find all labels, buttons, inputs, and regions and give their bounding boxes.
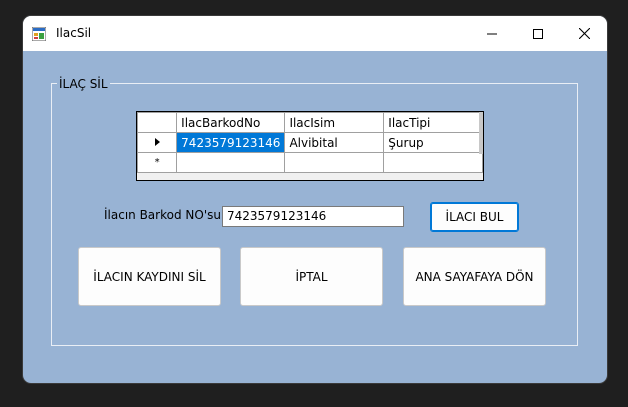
window-title: IlacSil [56, 26, 92, 40]
barcode-label: İlacın Barkod NO'su [104, 208, 221, 222]
close-button[interactable] [561, 16, 607, 51]
grid-header-row: IlacBarkodNo IlacIsim IlacTipi [136, 112, 483, 133]
new-row-marker: * [136, 152, 178, 173]
new-row[interactable]: * [136, 152, 483, 173]
new-cell-barkod[interactable] [176, 152, 286, 173]
home-page-button[interactable]: ANA SAYAFAYA DÖN [403, 247, 546, 306]
delete-record-button[interactable]: İLACIN KAYDINI SİL [78, 247, 221, 306]
maximize-icon [533, 28, 543, 39]
new-cell-tipi[interactable] [383, 152, 483, 173]
app-window: IlacSil İLAÇ SİL IlacBarkodNo IlacIsim I… [23, 16, 607, 383]
column-header-isim[interactable]: IlacIsim [284, 112, 385, 133]
table-row[interactable]: 7423579123146 Alvibital Şurup [136, 132, 483, 153]
title-bar[interactable]: IlacSil [23, 16, 607, 51]
app-icon [31, 26, 47, 42]
drug-data-grid[interactable]: IlacBarkodNo IlacIsim IlacTipi 742357912… [136, 111, 484, 181]
minimize-button[interactable] [469, 16, 515, 51]
row-header-current[interactable] [136, 132, 178, 153]
column-header-barkod[interactable]: IlacBarkodNo [176, 112, 286, 133]
groupbox-label: İLAÇ SİL [57, 77, 110, 91]
close-icon [578, 28, 590, 39]
find-drug-button[interactable]: İLACI BUL [430, 202, 519, 232]
new-cell-isim[interactable] [284, 152, 385, 173]
barcode-input[interactable]: 7423579123146 [222, 206, 404, 227]
minimize-icon [487, 33, 497, 34]
cell-isim[interactable]: Alvibital [284, 132, 385, 153]
maximize-button[interactable] [515, 16, 561, 51]
grid-corner-cell [136, 112, 178, 133]
current-row-arrow-icon [155, 137, 161, 146]
cancel-button[interactable]: İPTAL [240, 247, 383, 306]
column-header-tipi[interactable]: IlacTipi [383, 112, 483, 133]
grid-scrollbar[interactable] [479, 112, 483, 154]
cell-barkod[interactable]: 7423579123146 [176, 132, 286, 153]
cell-tipi[interactable]: Şurup [383, 132, 483, 153]
